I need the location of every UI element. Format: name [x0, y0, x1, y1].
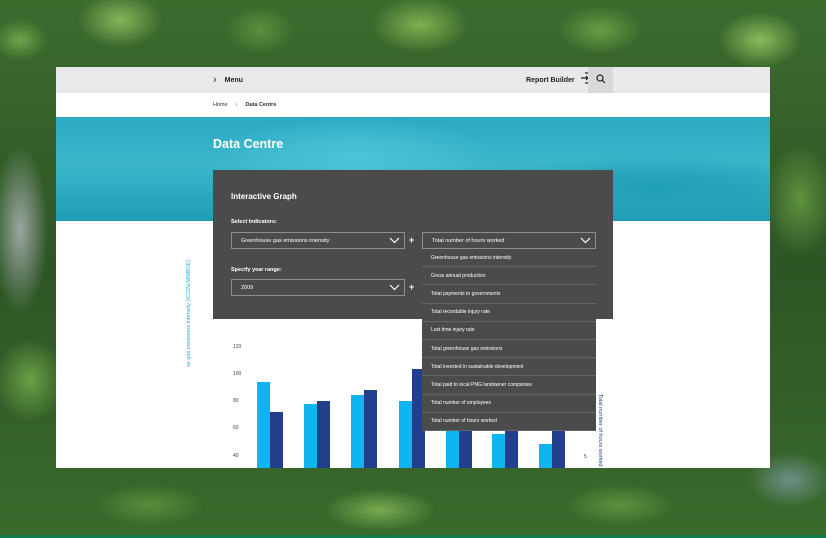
dropdown-option[interactable]: Total payments to governments [422, 285, 596, 304]
dropdown-option[interactable]: Total recordable injury rate [422, 304, 596, 322]
chevron-down-icon [384, 237, 404, 244]
chevron-down-icon [575, 237, 595, 244]
dropdown-option[interactable]: Lost time injury rate [422, 322, 596, 340]
bar-series-1[interactable] [304, 404, 317, 468]
chevron-down-icon [384, 284, 404, 291]
year-from-value: 2009 [241, 284, 254, 291]
top-navigation-bar: › Menu Report Builder [56, 67, 770, 93]
y-tick-label: 80 [233, 398, 239, 404]
report-builder-label: Report Builder [526, 76, 575, 84]
indicator-2-value: Total number of hours worked [432, 237, 505, 244]
search-icon [595, 71, 606, 89]
y-axis-label-right: Total number of hours worked [597, 394, 603, 467]
menu-label: Menu [224, 77, 243, 84]
indicator-2-dropdown: Greenhouse gas emissions intensity Gross … [422, 249, 596, 431]
menu-button[interactable]: › Menu [213, 74, 243, 87]
bar-series-2[interactable] [270, 412, 283, 468]
y-tick-label: 60 [233, 425, 239, 431]
breadcrumb: Home › Data Centre [213, 102, 276, 108]
breadcrumb-separator: › [235, 102, 238, 108]
y-tick-label: 100 [233, 371, 242, 377]
year-from-select[interactable]: 2009 [231, 279, 405, 296]
dropdown-option[interactable]: Total number of hours worked [422, 413, 596, 431]
bar-series-1[interactable] [399, 401, 412, 468]
add-indicator-icon[interactable]: + [409, 235, 414, 245]
indicators-label: Select Indicators: [231, 219, 277, 225]
y-tick-label: 120 [233, 344, 242, 350]
bar-series-2[interactable] [459, 428, 472, 468]
y-axis-label-left: se gas emissions intensity (tCO2e/MMBOE) [186, 259, 192, 367]
breadcrumb-current: Data Centre [245, 102, 277, 108]
bar-series-1[interactable] [257, 382, 270, 468]
dropdown-option[interactable]: Gross annual production [422, 267, 596, 286]
indicator-1-value: Greenhouse gas emissions intensity [241, 237, 330, 244]
dropdown-option[interactable]: Total invested in sustainable developmen… [422, 358, 596, 377]
browser-page: › Menu Report Builder Home › Data Centre… [56, 67, 770, 468]
y-tick-label: 40 [233, 453, 239, 459]
bar-series-1[interactable] [492, 434, 505, 468]
panel-title: Interactive Graph [231, 192, 297, 201]
dropdown-option[interactable]: Greenhouse gas emissions intensity [422, 249, 596, 268]
bar-series-1[interactable] [539, 443, 552, 468]
page-title: Data Centre [213, 137, 284, 151]
bar-series-2[interactable] [317, 401, 330, 468]
bar-series-2[interactable] [552, 425, 565, 468]
dropdown-option[interactable]: Total paid to local PNG landowner compan… [422, 376, 596, 395]
bar-series-1[interactable] [351, 394, 364, 468]
dropdown-option[interactable]: Total number of employees [422, 395, 596, 413]
bar-series-2[interactable] [364, 390, 377, 468]
indicator-1-select[interactable]: Greenhouse gas emissions intensity [231, 232, 405, 249]
dropdown-option[interactable]: Total greenhouse gas emissions [422, 340, 596, 359]
indicator-2-select[interactable]: Total number of hours worked [422, 232, 596, 249]
search-button[interactable] [588, 67, 613, 93]
breadcrumb-home-link[interactable]: Home [213, 102, 228, 108]
chevron-right-icon: › [213, 74, 217, 86]
year-range-label: Specify year range: [231, 267, 282, 273]
add-year-icon[interactable]: + [409, 282, 414, 292]
report-builder-button[interactable]: Report Builder [526, 72, 592, 87]
